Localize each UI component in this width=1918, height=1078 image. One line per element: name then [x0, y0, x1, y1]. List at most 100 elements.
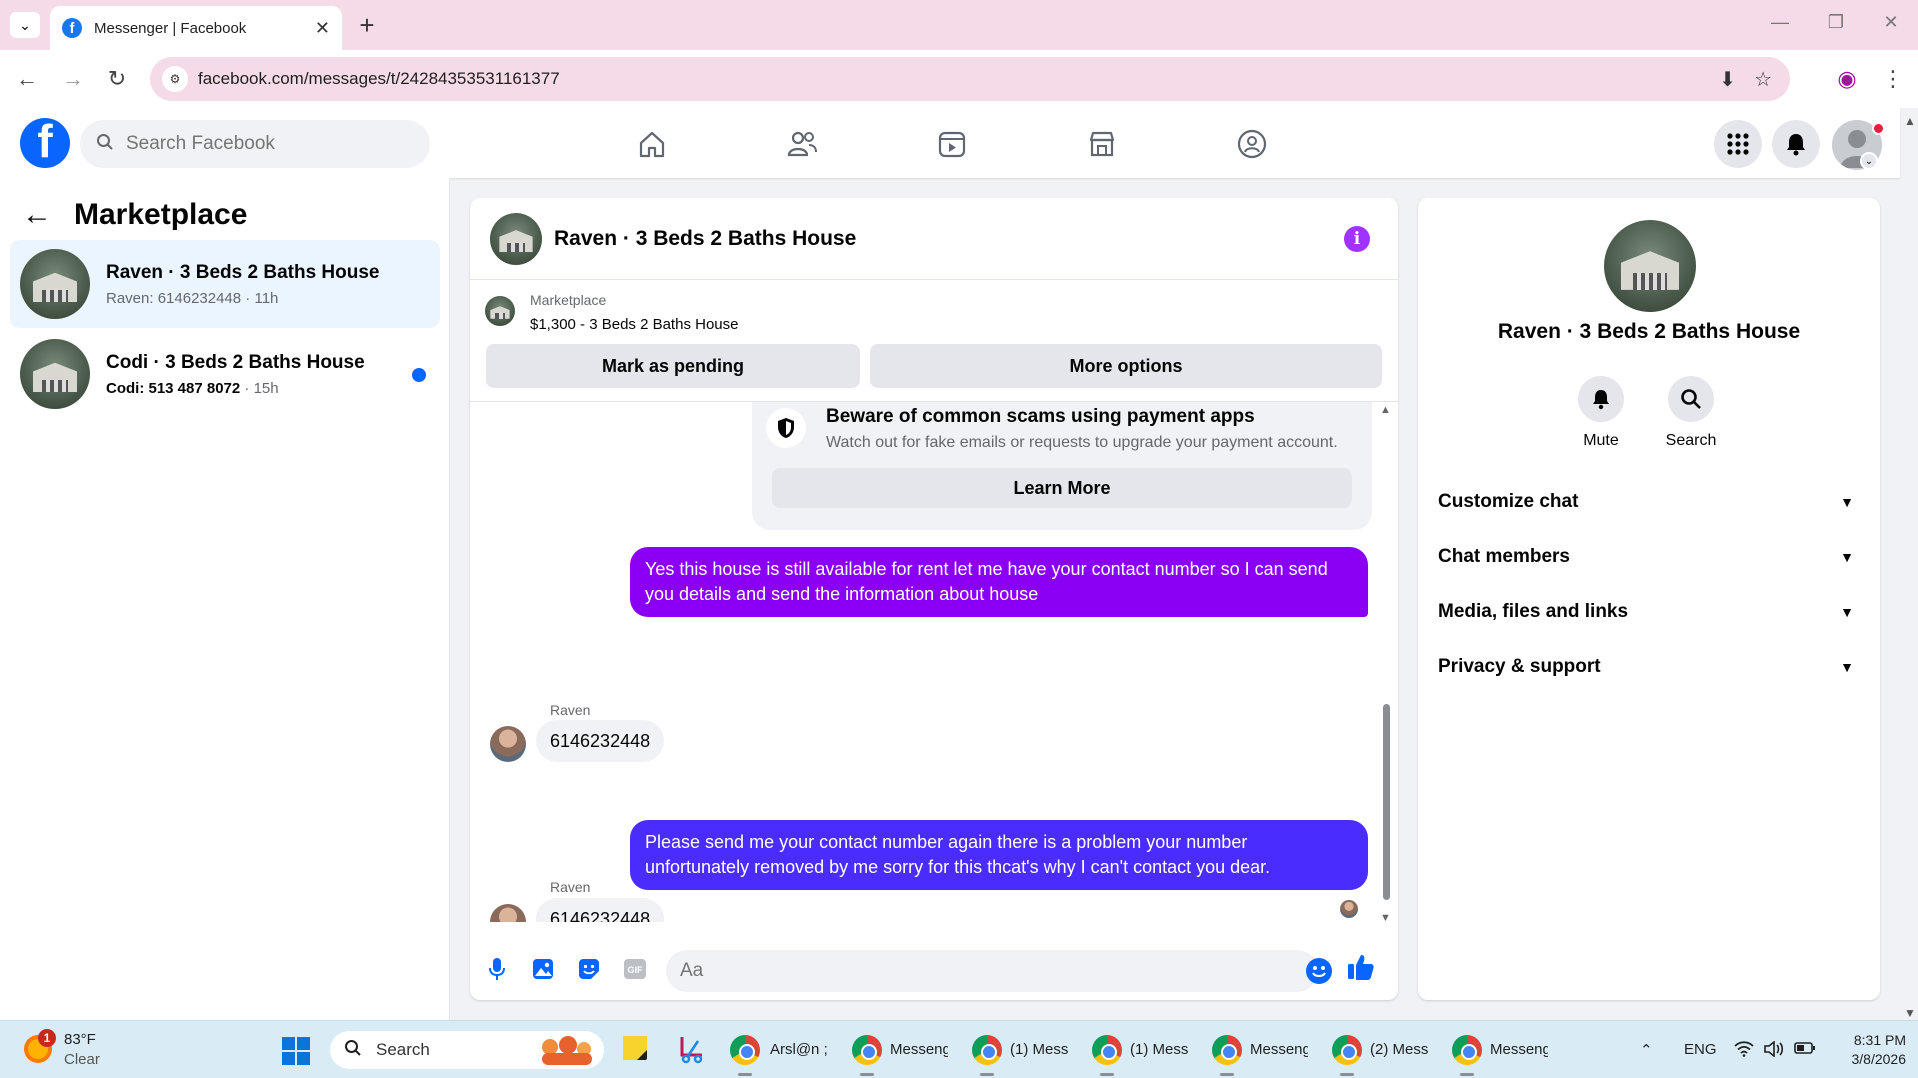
forward-arrow-icon[interactable]: → [58, 64, 88, 94]
chat-members-section[interactable]: Chat members ▼ [1438, 535, 1860, 579]
bell-icon[interactable] [1578, 376, 1624, 422]
learn-more-button[interactable]: Learn More [772, 468, 1352, 508]
weather-badge: 1 [38, 1029, 56, 1047]
chrome-app-icon[interactable] [1212, 1035, 1242, 1065]
browser-tab-strip: ⌄ f Messenger | Facebook ✕ + — ❐ ✕ [0, 0, 1918, 50]
taskbar-app-label: Messeng [890, 1041, 948, 1058]
system-clock[interactable]: 8:31 PM 3/8/2026 [1836, 1031, 1907, 1069]
taskbar-app-label: Messeng [1490, 1041, 1548, 1058]
snipping-tool-icon[interactable] [676, 1033, 710, 1067]
site-info-icon[interactable]: ⚙ [162, 66, 188, 92]
wifi-icon[interactable] [1734, 1041, 1754, 1061]
chat-thumbnail[interactable] [490, 212, 542, 265]
scam-warning-card: Beware of common scams using payment app… [752, 402, 1372, 530]
tab-close-icon[interactable]: ✕ [315, 18, 330, 39]
section-label: Privacy & support [1438, 656, 1601, 677]
facebook-logo-icon[interactable]: f [20, 118, 70, 168]
conversation-item-codi[interactable]: Codi · 3 Beds 2 Baths House Codi: 513 48… [10, 330, 440, 418]
thumbs-up-icon[interactable] [1346, 952, 1380, 986]
message-bubble-outgoing[interactable]: Yes this house is still available for re… [630, 547, 1368, 617]
listing-thumbnail[interactable] [485, 296, 515, 326]
emoji-icon[interactable] [1306, 958, 1332, 984]
marketplace-nav-icon[interactable] [1082, 126, 1122, 162]
chrome-app-icon[interactable] [1092, 1035, 1122, 1065]
chrome-app-icon[interactable] [730, 1035, 760, 1065]
video-nav-icon[interactable] [932, 126, 972, 162]
chrome-app-icon[interactable] [1332, 1035, 1362, 1065]
tab-search-dropdown[interactable]: ⌄ [10, 12, 40, 38]
conversation-item-raven[interactable]: Raven · 3 Beds 2 Baths House Raven: 6146… [10, 240, 440, 328]
message-list: Beware of common scams using payment app… [470, 402, 1398, 922]
microphone-icon[interactable] [482, 954, 512, 984]
facebook-search-input[interactable] [126, 133, 386, 155]
details-thumbnail[interactable] [1604, 220, 1696, 312]
chrome-app-icon[interactable] [1452, 1035, 1482, 1065]
bookmark-star-icon[interactable]: ☆ [1754, 67, 1772, 92]
preview-time: 11h [254, 289, 279, 307]
message-input[interactable] [666, 950, 1318, 992]
message-bubble-outgoing[interactable]: Please send me your contact number again… [630, 820, 1368, 890]
mute-action[interactable]: Mute [1556, 376, 1646, 450]
sender-avatar[interactable] [490, 726, 526, 762]
listing-price-title[interactable]: $1,300 - 3 Beds 2 Baths House [530, 316, 738, 333]
chat-scroll-up-icon[interactable]: ▲ [1380, 404, 1391, 416]
sidebar-title: Marketplace [74, 198, 248, 231]
browser-tab-active[interactable]: f Messenger | Facebook ✕ [50, 6, 342, 50]
chrome-app-icon[interactable] [972, 1035, 1002, 1065]
notifications-bell-icon[interactable] [1772, 120, 1820, 168]
clock-date: 3/8/2026 [1851, 1051, 1907, 1067]
privacy-support-section[interactable]: Privacy & support ▼ [1438, 645, 1860, 689]
search-icon[interactable] [1668, 376, 1714, 422]
message-bubble-incoming[interactable]: 6146232448 [536, 720, 665, 762]
reload-icon[interactable]: ↻ [102, 64, 132, 94]
browser-menu-icon[interactable]: ⋮ [1878, 64, 1908, 94]
tray-chevron-up-icon[interactable]: ⌃ [1640, 1041, 1653, 1059]
url-text[interactable]: facebook.com/messages/t/2428435353116137… [198, 69, 1719, 89]
scam-warning-title: Beware of common scams using payment app… [826, 406, 1255, 427]
search-highlight-icon[interactable] [532, 1033, 602, 1067]
friends-nav-icon[interactable] [782, 126, 822, 162]
search-action[interactable]: Search [1646, 376, 1736, 450]
chat-scroll-down-icon[interactable]: ▼ [1380, 912, 1391, 924]
customize-chat-section[interactable]: Customize chat ▼ [1438, 480, 1860, 524]
menu-grid-icon[interactable] [1714, 120, 1762, 168]
more-options-button[interactable]: More options [870, 344, 1382, 388]
media-files-links-section[interactable]: Media, files and links ▼ [1438, 590, 1860, 634]
new-tab-button[interactable]: + [352, 10, 382, 40]
sticky-notes-icon[interactable] [620, 1033, 654, 1067]
gif-icon[interactable]: GIF [620, 954, 650, 984]
facebook-search-box[interactable] [80, 120, 430, 168]
mark-as-pending-button[interactable]: Mark as pending [486, 344, 860, 388]
groups-nav-icon[interactable] [1232, 126, 1272, 162]
page-scroll-down-icon[interactable]: ▼ [1904, 1006, 1916, 1020]
page-scroll-up-icon[interactable]: ▲ [1904, 114, 1916, 128]
chat-scrollbar-thumb[interactable] [1383, 704, 1390, 900]
minimize-icon[interactable]: — [1765, 12, 1795, 33]
language-indicator[interactable]: ENG [1684, 1041, 1717, 1058]
preview-text: Raven: 6146232448 [106, 289, 242, 307]
chat-title[interactable]: Raven · 3 Beds 2 Baths House [554, 227, 856, 251]
account-chevron-down-icon[interactable]: ⌄ [1860, 152, 1878, 170]
install-app-icon[interactable]: ⬇ [1719, 67, 1736, 92]
message-bubble-incoming[interactable]: 6146232448 [536, 898, 665, 922]
photo-icon[interactable] [528, 954, 558, 984]
back-arrow-icon[interactable]: ← [22, 198, 52, 232]
running-indicator [1340, 1073, 1354, 1076]
profile-icon[interactable]: ◉ [1832, 64, 1862, 94]
home-nav-icon[interactable] [632, 126, 672, 162]
close-window-icon[interactable]: ✕ [1876, 12, 1906, 33]
address-bar[interactable]: ⚙ facebook.com/messages/t/24284353531161… [150, 57, 1790, 101]
unread-dot [412, 368, 426, 382]
seen-receipt-avatar [1340, 900, 1358, 918]
info-icon[interactable]: i [1344, 226, 1370, 252]
sticker-icon[interactable] [574, 954, 604, 984]
back-arrow-icon[interactable]: ← [12, 64, 42, 94]
volume-icon[interactable] [1764, 1040, 1784, 1061]
sidebar-header: ← Marketplace [22, 198, 247, 232]
windows-start-icon[interactable] [282, 1037, 310, 1065]
battery-icon[interactable] [1794, 1041, 1816, 1059]
conversation-text: Raven · 3 Beds 2 Baths House Raven: 6146… [106, 262, 379, 307]
chrome-app-icon[interactable] [852, 1035, 882, 1065]
restore-icon[interactable]: ❐ [1821, 12, 1851, 33]
sender-avatar[interactable] [490, 904, 526, 922]
